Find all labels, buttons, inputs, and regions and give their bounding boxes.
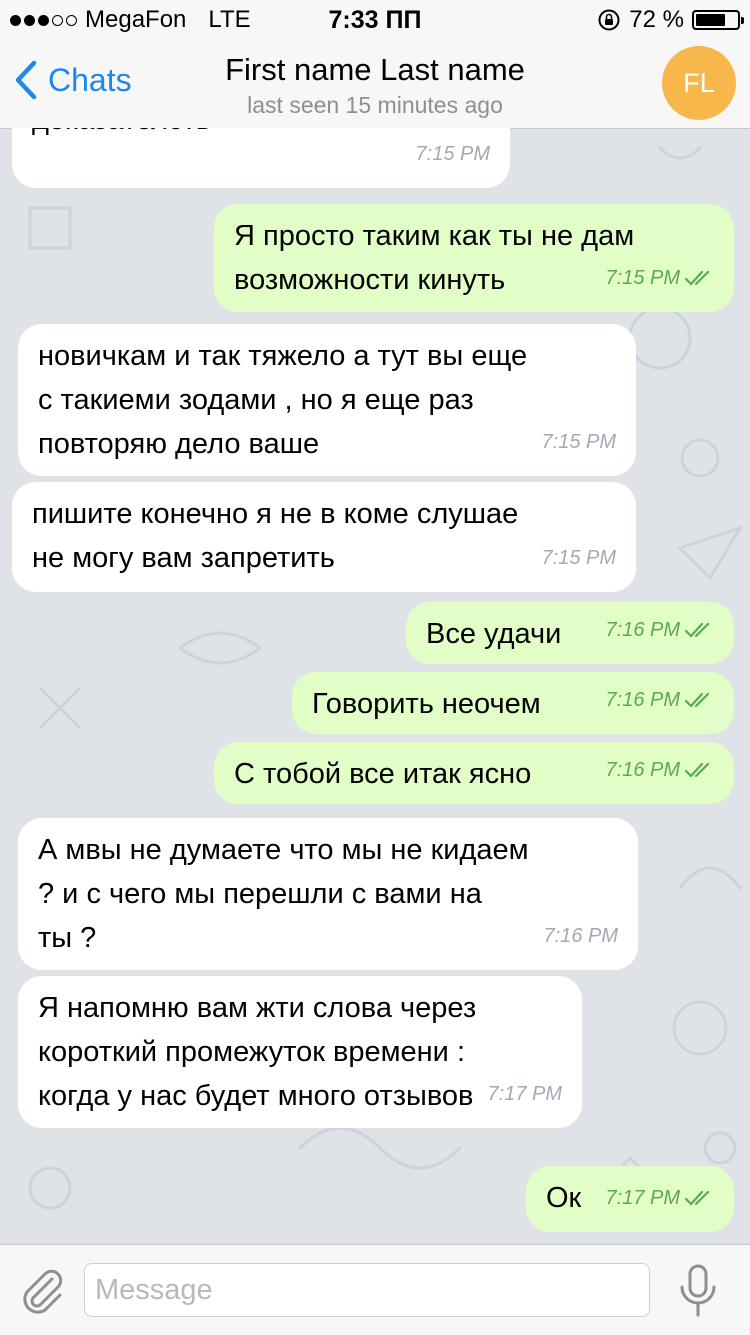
outgoing-message[interactable]: Ок 7:17 PM — [526, 1166, 734, 1232]
message-meta: 7:15 PM — [542, 536, 616, 580]
message-time: 7:15 PM — [605, 267, 680, 289]
double-check-icon — [684, 1190, 710, 1206]
outgoing-message[interactable]: С тобой все итак ясно 7:16 PM — [214, 742, 734, 804]
message-text: новичкам и так тяжело а тут вы еще с так… — [38, 340, 528, 460]
message-meta: 7:17 PM — [488, 1072, 562, 1116]
message-text: А мвы не думаете что мы не кидаем ? и с … — [38, 834, 529, 954]
double-check-icon — [684, 270, 710, 286]
chat-title[interactable]: First name Last name — [0, 52, 750, 88]
battery-fill — [696, 14, 725, 26]
battery-icon — [692, 10, 744, 30]
message-time: 7:15 PM — [541, 431, 616, 453]
last-seen-status: last seen 15 minutes ago — [247, 92, 503, 118]
rotation-lock-icon — [598, 9, 620, 31]
message-time: 7:16 PM — [543, 925, 618, 947]
message-time: 7:17 PM — [487, 1083, 562, 1105]
message-time: 7:16 PM — [605, 619, 680, 641]
message-meta: 7:16 PM — [544, 914, 618, 958]
message-time: 7:16 PM — [605, 689, 680, 711]
outgoing-message[interactable]: Говорить неочем 7:16 PM — [292, 672, 734, 734]
message-meta: 7:15 PM — [416, 132, 490, 176]
paperclip-icon[interactable] — [18, 1265, 66, 1315]
double-check-icon — [684, 692, 710, 708]
chat-header: Chats First name Last name last seen 15 … — [0, 40, 750, 129]
message-time: 7:15 PM — [415, 143, 490, 165]
message-meta: 7:15 PM — [542, 420, 616, 464]
message-input[interactable] — [84, 1263, 650, 1317]
double-check-icon — [684, 622, 710, 638]
message-text: Я напомню вам жти слова через короткий п… — [38, 992, 477, 1112]
outgoing-message[interactable]: Все удачи 7:16 PM — [406, 602, 734, 664]
message-time: 7:16 PM — [605, 759, 680, 781]
battery-percent: 72 % — [629, 6, 684, 33]
incoming-message[interactable]: А мвы не думаете что мы не кидаем ? и с … — [18, 818, 638, 970]
outgoing-message[interactable]: Я просто таким как ты не дам возможности… — [214, 204, 734, 312]
message-meta: 7:17 PM — [606, 1176, 714, 1220]
message-list[interactable]: доказателств7:15 PM Я просто таким как ты… — [0, 128, 750, 1244]
incoming-message[interactable]: новичкам и так тяжело а тут вы еще с так… — [18, 324, 636, 476]
incoming-message[interactable]: Я напомню вам жти слова через короткий п… — [18, 976, 582, 1128]
status-bar: MegaFon LTE 7:33 ПП 72 % — [0, 0, 750, 40]
incoming-message[interactable]: пишите конечно я не в коме слушае не мог… — [12, 482, 636, 592]
message-meta: 7:16 PM — [606, 748, 714, 792]
status-right: 72 % — [597, 6, 744, 34]
incoming-message[interactable]: доказателств7:15 PM — [12, 128, 510, 188]
composer-bar — [0, 1244, 750, 1335]
message-text: пишите конечно я не в коме слушае не мог… — [32, 498, 519, 574]
double-check-icon — [684, 762, 710, 778]
avatar[interactable]: FL — [662, 46, 736, 120]
message-meta: 7:16 PM — [606, 678, 714, 722]
message-meta: 7:16 PM — [606, 608, 714, 652]
message-time: 7:17 PM — [605, 1187, 680, 1209]
message-meta: 7:15 PM — [606, 256, 714, 300]
microphone-icon[interactable] — [676, 1263, 720, 1319]
message-time: 7:15 PM — [541, 547, 616, 569]
